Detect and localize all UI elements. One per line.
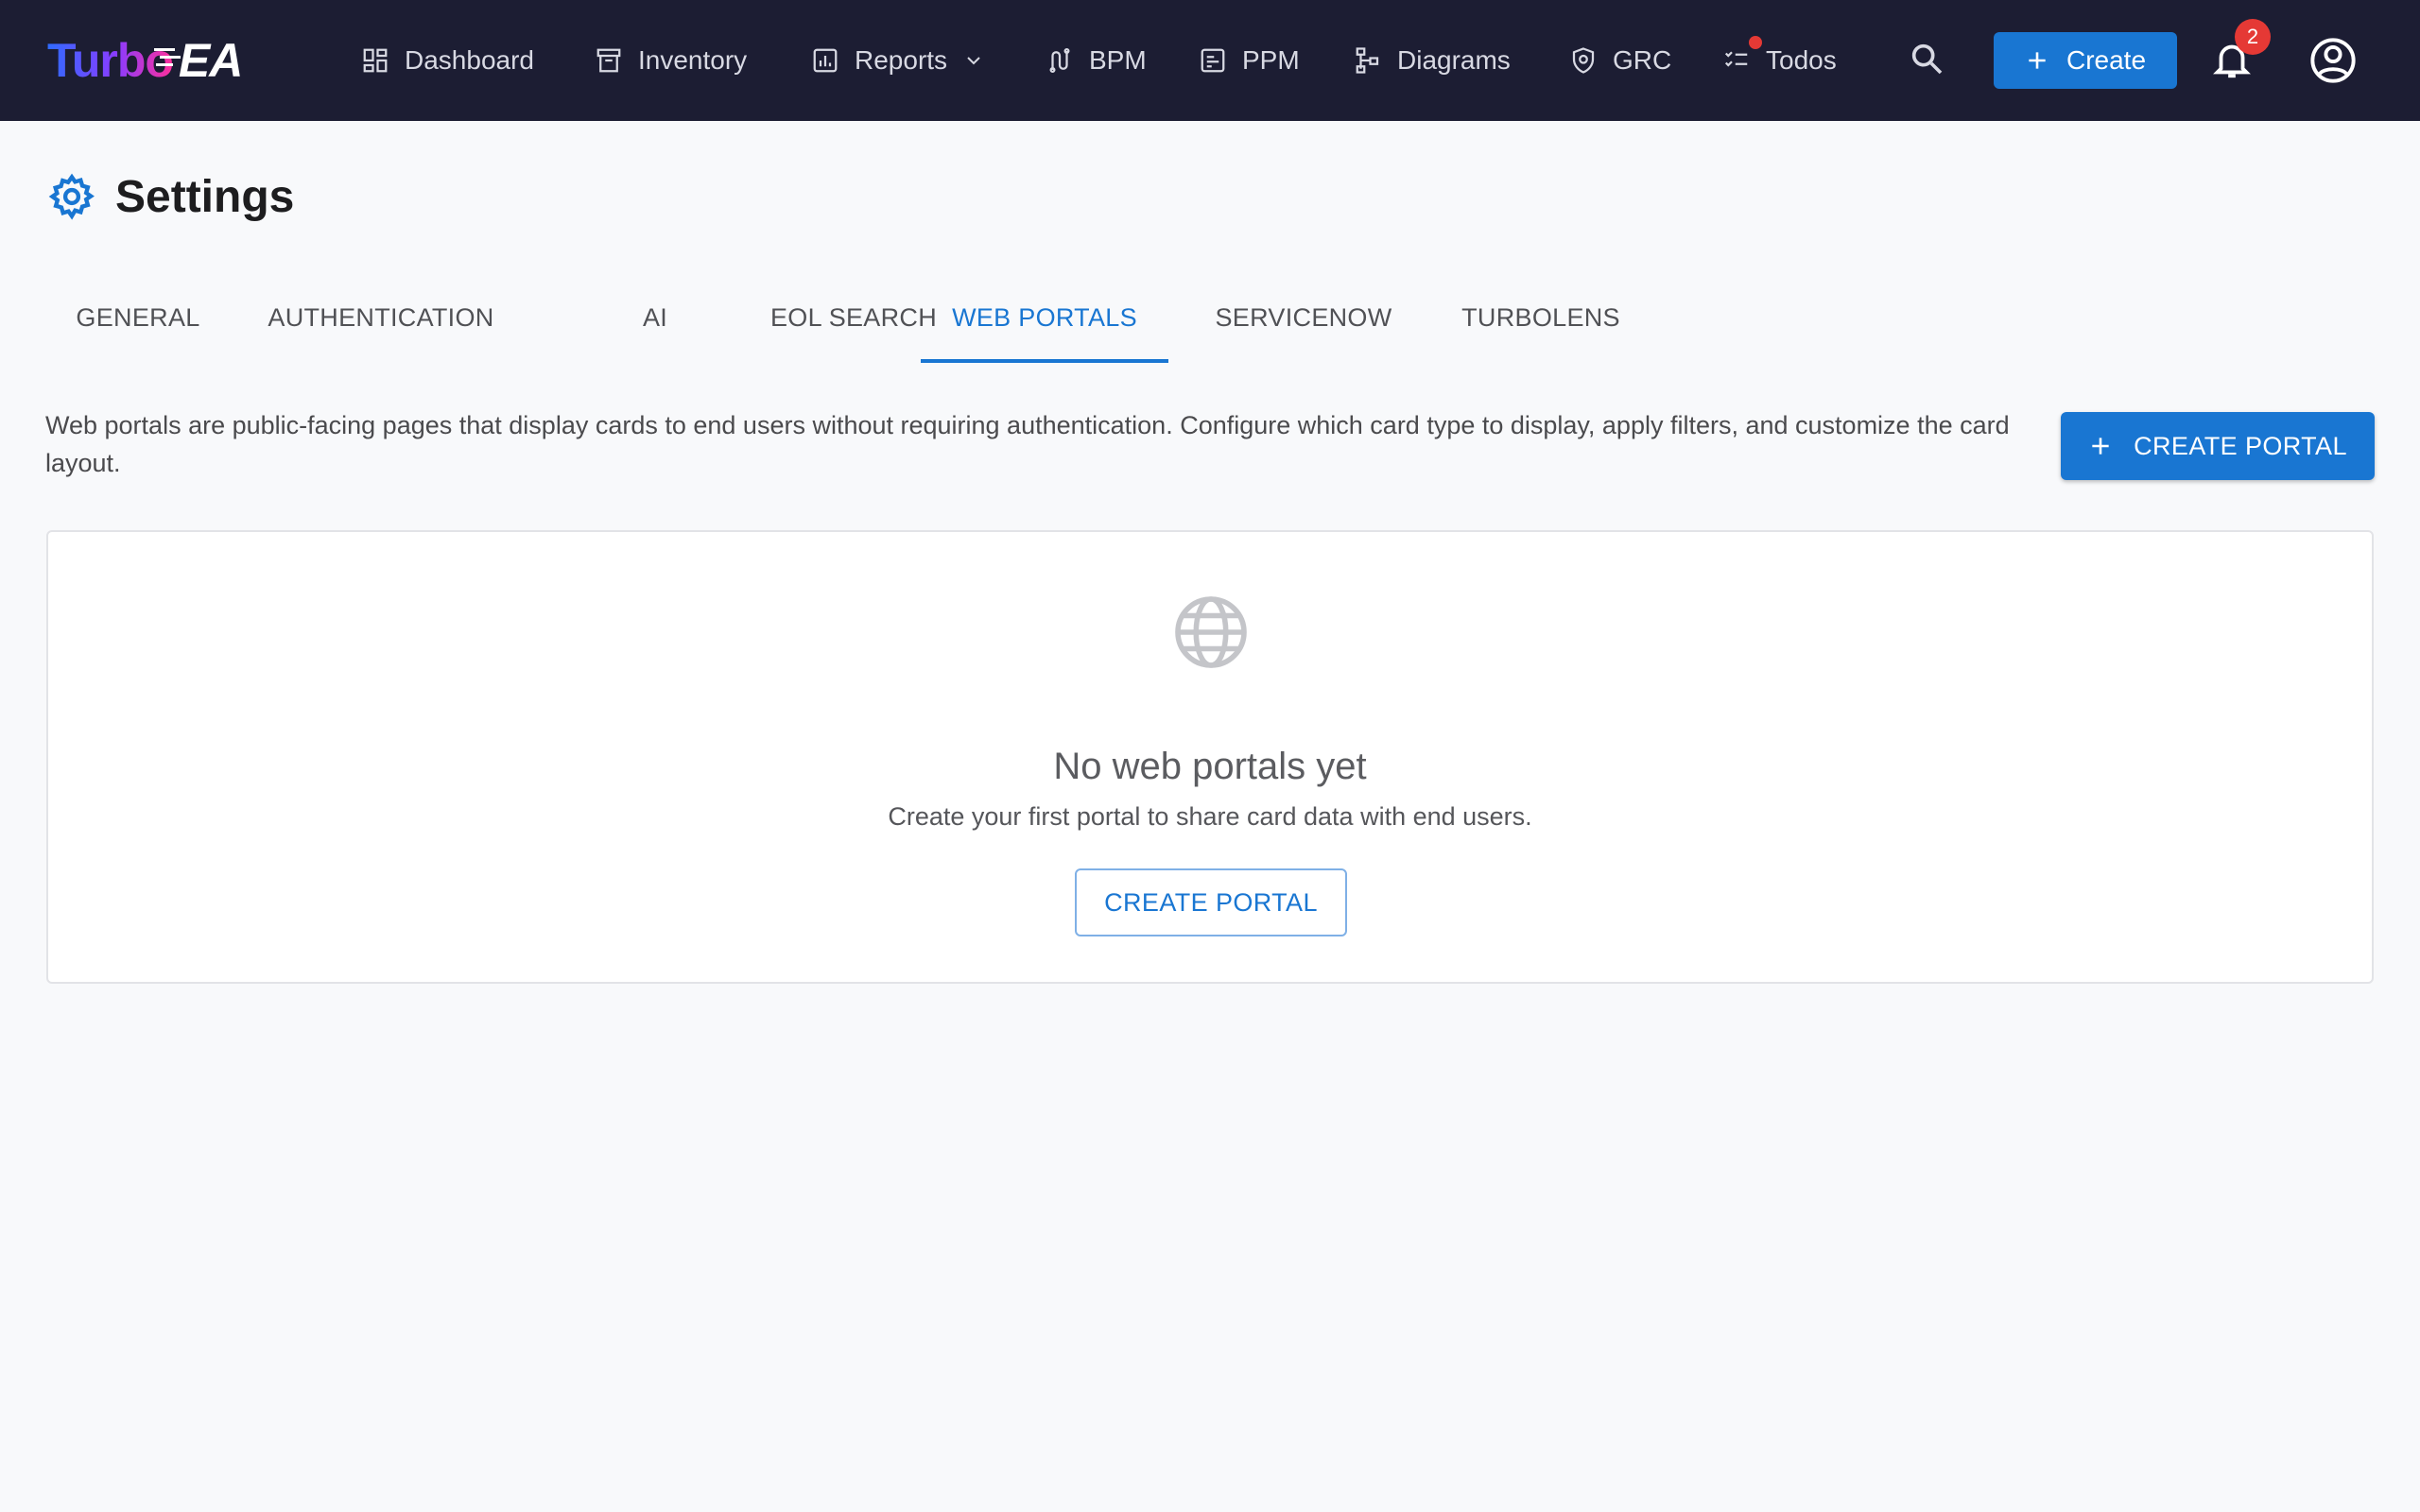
tab-servicenow[interactable]: SERVICENOW <box>1180 284 1427 352</box>
nav-reports-label: Reports <box>855 45 948 75</box>
page-header: Settings <box>47 168 294 225</box>
plus-icon <box>2029 52 2046 69</box>
checklist-icon <box>1724 51 1748 67</box>
tab-general[interactable]: GENERAL <box>45 284 231 352</box>
create-button[interactable]: Create <box>1994 32 2177 89</box>
account-circle-icon[interactable] <box>2308 36 2358 85</box>
dashboard-icon <box>363 48 388 73</box>
create-portal-button-label: CREATE PORTAL <box>2134 431 2347 460</box>
nav-bpm-label: BPM <box>1089 45 1147 75</box>
bpm-flow-icon <box>1049 48 1070 73</box>
nav-dashboard-label: Dashboard <box>405 45 534 75</box>
speed-lines-icon <box>153 48 181 66</box>
reports-icon <box>813 48 838 73</box>
nav-diagrams-label: Diagrams <box>1397 45 1511 75</box>
nav-ppm[interactable]: PPM <box>1199 38 1300 83</box>
empty-state-create-portal-button[interactable]: CREATE PORTAL <box>1075 868 1347 936</box>
inventory-icon <box>596 48 621 73</box>
search-icon[interactable] <box>1908 40 1945 77</box>
nav-reports[interactable]: Reports <box>811 38 985 83</box>
empty-state-title: No web portals yet <box>1053 746 1367 787</box>
create-button-label: Create <box>2066 45 2147 75</box>
nav-grc-label: GRC <box>1613 45 1672 75</box>
nav-inventory-label: Inventory <box>638 45 748 75</box>
chevron-down-icon <box>967 57 980 65</box>
logo-ea-label: EA <box>178 34 243 87</box>
diagram-tree-icon <box>1356 47 1379 74</box>
plus-icon <box>2092 438 2109 455</box>
logo-text-ea: EA <box>153 33 243 88</box>
ppm-icon <box>1201 48 1225 73</box>
nav-grc[interactable]: GRC <box>1569 38 1671 83</box>
top-app-bar: Turbo EA Dashboard Inventory Reports BPM… <box>0 0 2420 121</box>
web-portals-description: Web portals are public-facing pages that… <box>45 411 2010 477</box>
nav-dashboard[interactable]: Dashboard <box>361 38 534 83</box>
page-title: Settings <box>115 171 295 222</box>
globe-icon <box>1175 596 1247 668</box>
settings-tabs: GENERAL AUTHENTICATION AI EOL SEARCH WEB… <box>45 284 1652 363</box>
nav-ppm-label: PPM <box>1242 45 1300 75</box>
nav-diagrams[interactable]: Diagrams <box>1354 38 1511 83</box>
shield-icon <box>1572 47 1595 74</box>
turboea-logo[interactable]: Turbo EA <box>47 32 243 89</box>
nav-todos-label: Todos <box>1766 45 1837 75</box>
nav-bpm[interactable]: BPM <box>1046 38 1147 83</box>
notification-count-badge: 2 <box>2235 19 2271 55</box>
create-portal-button[interactable]: CREATE PORTAL <box>2061 412 2375 480</box>
empty-state-subtitle: Create your first portal to share card d… <box>888 802 1532 831</box>
tab-web-portals[interactable]: WEB PORTALS <box>921 284 1168 352</box>
tab-turbolens[interactable]: TURBOLENS <box>1416 284 1666 352</box>
active-tab-indicator <box>921 359 1168 363</box>
nav-inventory[interactable]: Inventory <box>595 38 747 83</box>
nav-todos[interactable]: Todos <box>1722 36 1837 83</box>
settings-gear-icon <box>48 173 95 220</box>
tab-authentication[interactable]: AUTHENTICATION <box>248 284 514 352</box>
empty-state-card: No web portals yet Create your first por… <box>46 530 2374 984</box>
todos-indicator-dot <box>1749 36 1762 49</box>
